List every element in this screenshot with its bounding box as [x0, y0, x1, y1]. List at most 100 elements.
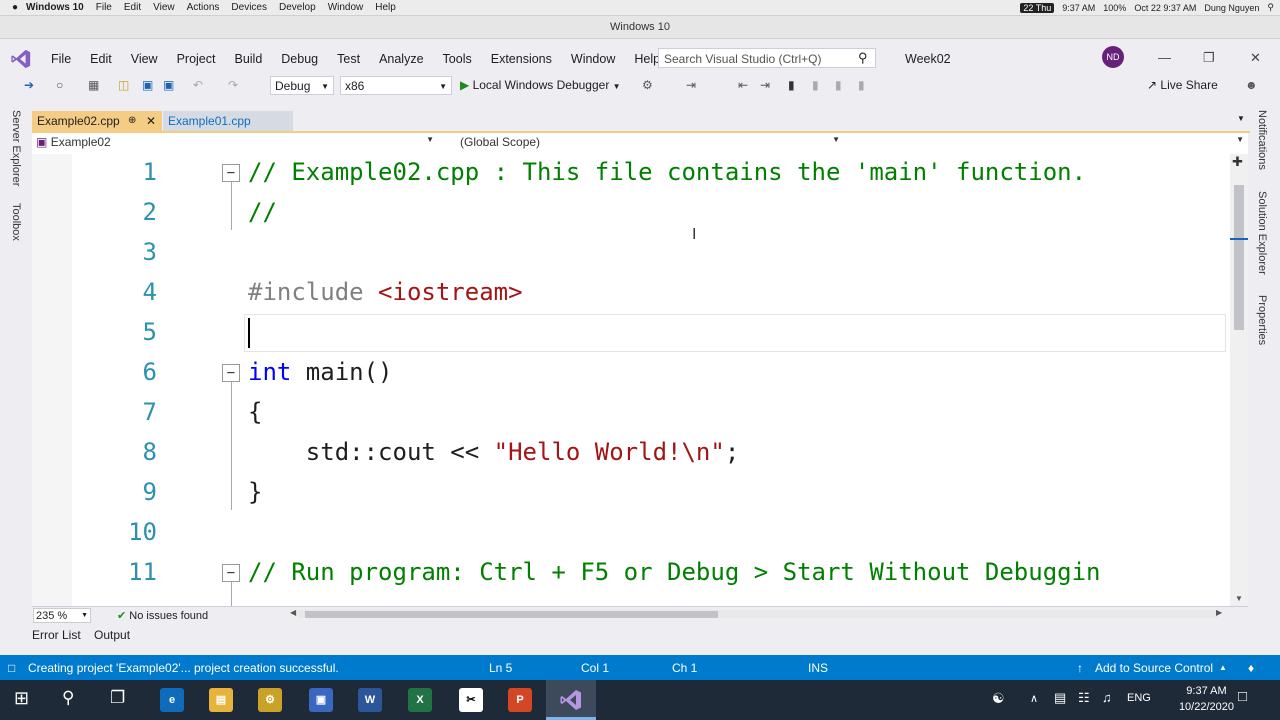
save-app-icon[interactable]: ▣: [309, 688, 333, 712]
search-icon[interactable]: ⚲: [858, 50, 868, 66]
mac-menu-window[interactable]: Window: [328, 2, 364, 13]
indent-icon[interactable]: ⇥: [760, 78, 770, 92]
menu-analyze[interactable]: Analyze: [379, 52, 423, 66]
forward-icon[interactable]: ○: [56, 78, 63, 92]
zoom-select[interactable]: 235 % ▼: [33, 608, 91, 623]
menu-datetime[interactable]: Oct 22 9:37 AM: [1134, 3, 1196, 13]
menu-debug[interactable]: Debug: [281, 52, 318, 66]
vertical-scrollbar-thumb[interactable]: [1234, 185, 1244, 330]
search-input[interactable]: Search Visual Studio (Ctrl+Q): [658, 48, 876, 68]
issues-indicator[interactable]: ✔ No issues found: [117, 609, 208, 622]
undo-icon[interactable]: ↶: [193, 78, 203, 92]
properties-tab[interactable]: Properties: [1256, 295, 1268, 345]
tab-error-list[interactable]: Error List: [32, 628, 81, 642]
solution-explorer-tab[interactable]: Solution Explorer: [1256, 191, 1268, 275]
menu-edit[interactable]: Edit: [90, 52, 112, 66]
collapse-toggle[interactable]: −: [222, 164, 240, 182]
action-center-icon[interactable]: □: [1238, 688, 1247, 705]
horizontal-scrollbar-thumb[interactable]: [305, 611, 718, 618]
close-icon[interactable]: ✕: [1250, 50, 1261, 66]
menu-help[interactable]: Help: [634, 52, 660, 66]
status-column[interactable]: Col 1: [581, 661, 609, 675]
back-icon[interactable]: ➔: [24, 78, 34, 92]
toolbox-tab[interactable]: Toolbox: [10, 203, 22, 241]
next-bookmark-icon[interactable]: ▮: [835, 78, 842, 92]
start-debugging-button[interactable]: ▶ Local Windows Debugger ▼: [460, 78, 621, 92]
step-icon[interactable]: ⇥: [686, 78, 696, 92]
mac-menu-help[interactable]: Help: [375, 2, 396, 13]
mac-menu-devices[interactable]: Devices: [231, 2, 267, 13]
visual-studio-taskbar-icon[interactable]: [559, 688, 583, 712]
close-tab-icon[interactable]: ✕: [146, 111, 156, 131]
pin-icon[interactable]: ⊕: [128, 111, 136, 131]
save-all-icon[interactable]: ▣: [163, 78, 174, 92]
scroll-left-icon[interactable]: ◀: [290, 608, 296, 617]
taskbar-clock[interactable]: 9:37 AM 10/22/2020: [1179, 683, 1234, 715]
chevron-up-icon[interactable]: ∧: [1030, 692, 1038, 705]
tab-overflow-icon[interactable]: ▼: [1237, 114, 1245, 123]
scroll-down-icon[interactable]: ▼: [1235, 594, 1243, 603]
menu-test[interactable]: Test: [337, 52, 360, 66]
people-icon[interactable]: ☯: [992, 690, 1005, 707]
tab-example02[interactable]: Example02.cpp ⊕ ✕: [32, 111, 162, 131]
server-explorer-tab[interactable]: Server Explorer: [10, 110, 22, 186]
status-line[interactable]: Ln 5: [489, 661, 512, 675]
redo-icon[interactable]: ↷: [228, 78, 238, 92]
prev-bookmark-icon[interactable]: ▮: [812, 78, 819, 92]
search-icon[interactable]: ⚲: [62, 688, 74, 708]
clear-bookmarks-icon[interactable]: ▮: [858, 78, 865, 92]
menu-tools[interactable]: Tools: [443, 52, 472, 66]
platform-select[interactable]: x86 ▼: [340, 76, 452, 95]
mac-menu-develop[interactable]: Develop: [279, 2, 316, 13]
live-share-button[interactable]: ↗ Live Share: [1147, 78, 1218, 92]
outdent-icon[interactable]: ⇤: [738, 78, 748, 92]
open-folder-icon[interactable]: ◫: [118, 78, 129, 92]
split-editor-icon[interactable]: ✚: [1232, 154, 1243, 170]
feedback-icon[interactable]: ☻: [1245, 78, 1258, 92]
hot-reload-icon[interactable]: ⚙: [642, 78, 653, 92]
search-icon[interactable]: ⚲: [1267, 2, 1274, 13]
menu-file[interactable]: File: [51, 52, 71, 66]
file-explorer-icon[interactable]: ▤: [209, 688, 233, 712]
scope-dropdown[interactable]: (Global Scope) ▼: [460, 135, 840, 149]
status-char[interactable]: Ch 1: [672, 661, 697, 675]
scroll-right-icon[interactable]: ▶: [1216, 608, 1222, 617]
snipping-tool-icon[interactable]: ✂: [459, 688, 483, 712]
menu-window[interactable]: Window: [571, 52, 615, 66]
volume-icon[interactable]: ♫: [1102, 690, 1112, 705]
collapse-toggle[interactable]: −: [222, 564, 240, 582]
battery-percent[interactable]: 100%: [1103, 3, 1126, 13]
control-panel-icon[interactable]: ⚙: [258, 688, 282, 712]
tab-example01[interactable]: Example01.cpp: [163, 111, 293, 131]
menu-build[interactable]: Build: [234, 52, 262, 66]
date-badge[interactable]: 22 Thu: [1020, 2, 1055, 13]
menu-view[interactable]: View: [131, 52, 158, 66]
edge-icon[interactable]: e: [160, 688, 184, 712]
save-icon[interactable]: ▣: [142, 78, 153, 92]
windows-start-icon[interactable]: ⊞: [14, 688, 29, 709]
language-indicator[interactable]: ENG: [1127, 692, 1151, 704]
mac-menu-view[interactable]: View: [153, 2, 175, 13]
wifi-icon[interactable]: ☷: [1078, 690, 1090, 706]
mac-menu-edit[interactable]: Edit: [124, 2, 141, 13]
excel-icon[interactable]: X: [408, 688, 432, 712]
mac-app-name[interactable]: Windows 10: [26, 2, 84, 13]
word-icon[interactable]: W: [358, 688, 382, 712]
powerpoint-icon[interactable]: P: [508, 688, 532, 712]
collapse-toggle[interactable]: −: [222, 364, 240, 382]
avatar[interactable]: ND: [1102, 46, 1124, 68]
status-insert-mode[interactable]: INS: [808, 661, 828, 675]
menu-extensions[interactable]: Extensions: [491, 52, 552, 66]
project-dropdown[interactable]: ▣ Example02 ▼: [36, 135, 434, 149]
new-item-icon[interactable]: ▦: [88, 78, 99, 92]
menu-project[interactable]: Project: [177, 52, 216, 66]
notifications-tab[interactable]: Notifications: [1256, 110, 1268, 170]
menu-time[interactable]: 9:37 AM: [1062, 3, 1095, 13]
task-view-icon[interactable]: ❐: [110, 688, 125, 708]
code-editor[interactable]: [32, 154, 1230, 606]
bookmark-icon[interactable]: ▮: [788, 78, 795, 92]
mac-menu-actions[interactable]: Actions: [187, 2, 220, 13]
notification-bell-icon[interactable]: ♦: [1248, 661, 1254, 675]
configuration-select[interactable]: Debug ▼: [270, 76, 334, 95]
add-to-source-control-button[interactable]: Add to Source Control: [1095, 661, 1213, 675]
